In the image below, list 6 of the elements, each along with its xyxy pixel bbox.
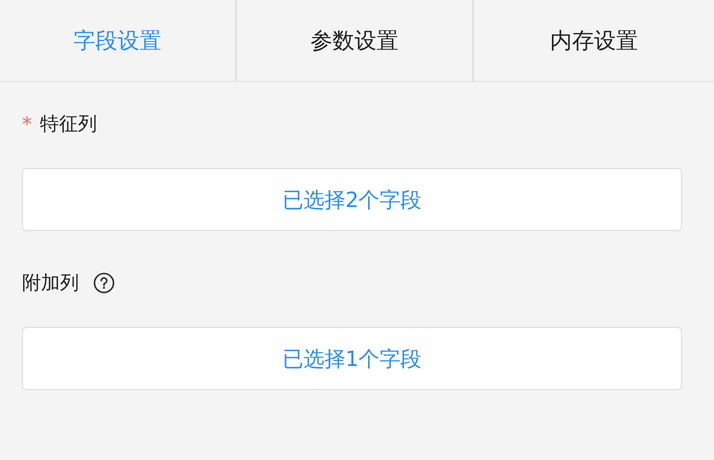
field-label: 特征列 bbox=[40, 112, 97, 137]
field-select-button[interactable]: 已选择1个字段 bbox=[22, 327, 682, 390]
required-mark: * bbox=[22, 112, 32, 136]
field-label: 附加列 bbox=[22, 271, 79, 296]
field-select-button[interactable]: 已选择2个字段 bbox=[22, 168, 682, 231]
help-icon[interactable] bbox=[93, 272, 115, 294]
